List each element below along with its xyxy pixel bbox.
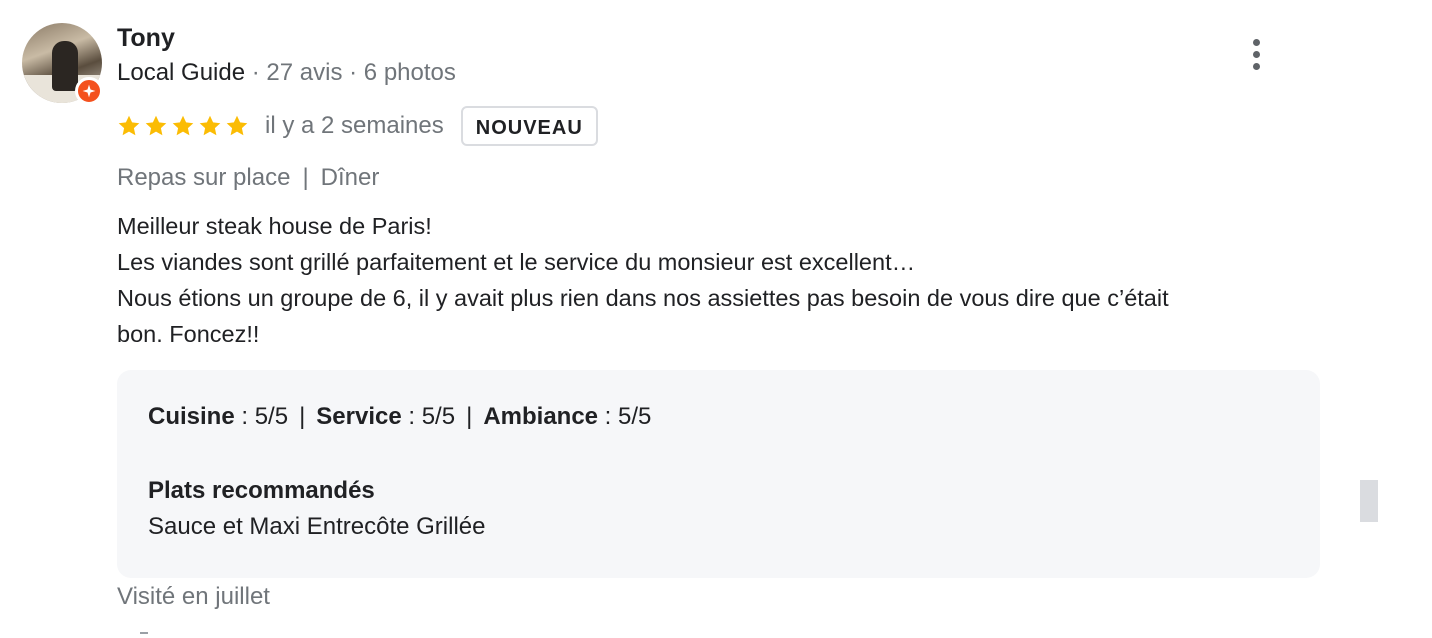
avatar[interactable] (22, 23, 103, 105)
star-icon (199, 115, 221, 136)
new-badge: NOUVEAU (460, 106, 598, 146)
review-text: Meilleur steak house de Paris! Les viand… (117, 208, 1307, 352)
star-icon (118, 115, 140, 136)
review-text-line: bon. Foncez!! (117, 321, 260, 347)
star-rating (117, 114, 249, 138)
star-icon (172, 115, 194, 136)
score-value-service: : 5/5 (401, 403, 456, 430)
score-value-ambiance: : 5/5 (598, 403, 652, 430)
score-separator: | (299, 403, 306, 430)
recommended-dishes-value: Sauce et Maxi Entrecôte Grillée (148, 513, 486, 540)
reviewer-meta[interactable]: Local Guide · 27 avis · 6 photos (117, 59, 456, 87)
more-vert-icon[interactable] (1240, 34, 1272, 74)
score-value-cuisine: : 5/5 (234, 403, 289, 430)
reviewer-name[interactable]: Tony (117, 24, 175, 53)
review-text-line: Les viandes sont grillé parfaitement et … (117, 249, 916, 275)
recommended-dishes-title: Plats recommandés (148, 477, 375, 504)
reviews-count: 27 avis (266, 59, 343, 86)
local-guide-star-icon (75, 77, 103, 105)
review-details-box: Cuisine : 5/5 | Service : 5/5 | Ambiance : 5… (117, 370, 1320, 578)
score-label-ambiance: Ambiance (483, 403, 599, 430)
local-guide-label: Local Guide (117, 59, 246, 86)
score-label-cuisine: Cuisine (148, 403, 235, 430)
star-icon (226, 115, 248, 136)
score-label-service: Service (316, 403, 402, 430)
scrollbar-thumb[interactable] (1360, 480, 1378, 522)
meta-separator: · (245, 59, 267, 86)
tag-separator: | (302, 164, 309, 191)
review-time: il y a 2 semaines (265, 112, 444, 139)
score-separator-2: | (466, 403, 473, 430)
visit-tags: Repas sur place | Dîner (117, 164, 379, 192)
star-icon (145, 115, 167, 136)
next-review-stub (140, 632, 148, 634)
review-text-line: Meilleur steak house de Paris! (117, 213, 432, 239)
meal-type-tag: Dîner (320, 164, 380, 191)
photos-count: 6 photos (363, 59, 456, 86)
review-text-line: Nous étions un groupe de 6, il y avait p… (117, 285, 1169, 311)
rating-row: il y a 2 semaines NOUVEAU (117, 104, 598, 148)
service-type-tag: Repas sur place (117, 164, 291, 191)
visited-date: Visité en juillet (117, 583, 270, 610)
category-scores: Cuisine : 5/5 | Service : 5/5 | Ambiance : 5… (148, 403, 651, 431)
meta-separator-2: · (342, 59, 364, 86)
review-card: Tony Local Guide · 27 avis · 6 photos il… (0, 0, 1432, 638)
